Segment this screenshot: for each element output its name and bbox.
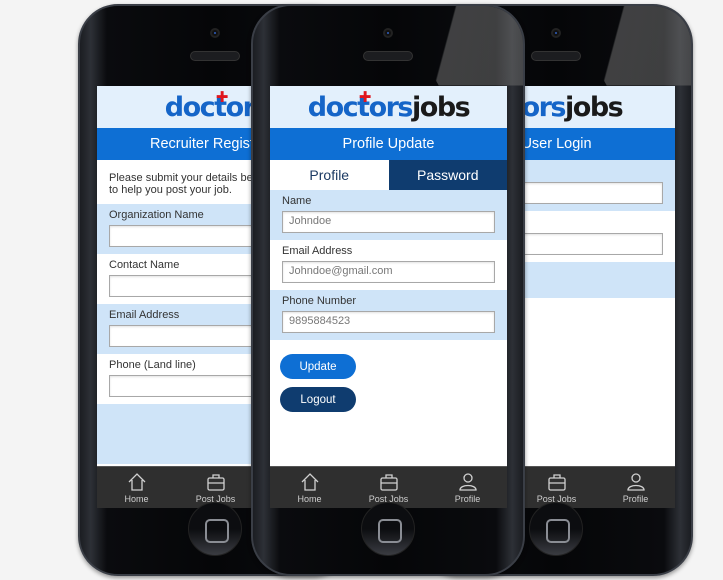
briefcase-icon <box>379 473 398 491</box>
phone-profile-update: doctorsjobs ✚ Profile Update Profile Pas… <box>251 4 525 576</box>
tab-password[interactable]: Password <box>388 160 507 190</box>
speaker-grille <box>363 51 413 61</box>
tabbar-profile[interactable]: Profile <box>596 467 675 508</box>
logout-button[interactable]: Logout <box>280 387 356 412</box>
speaker-grille <box>190 51 240 61</box>
form-group-name: Name Johndoe <box>270 190 507 240</box>
user-icon <box>626 472 645 491</box>
name-input[interactable]: Johndoe <box>282 211 495 233</box>
field-label: Email Address <box>282 245 353 257</box>
mockup-stage: doctorsjobs ✚ Recruiter Regist Please su… <box>0 0 723 580</box>
profile-tabs: Profile Password <box>270 160 507 190</box>
home-button[interactable] <box>361 502 415 556</box>
red-cross-icon: ✚ <box>358 87 372 106</box>
email-input[interactable]: Johndoe@gmail.com <box>282 261 495 283</box>
red-cross-icon: ✚ <box>215 87 229 106</box>
form-group-email: Email Address Johndoe@gmail.com <box>270 240 507 290</box>
update-button[interactable]: Update <box>280 354 356 379</box>
tabbar-home[interactable]: Home <box>270 467 349 508</box>
home-button[interactable] <box>188 502 242 556</box>
phone-number-input[interactable]: 9895884523 <box>282 311 495 333</box>
briefcase-icon <box>206 473 225 491</box>
speaker-grille <box>531 51 581 61</box>
home-icon <box>128 472 145 491</box>
field-label: Name <box>282 195 312 207</box>
tabbar-profile[interactable]: Profile <box>428 467 507 508</box>
field-label: Phone Number <box>282 295 356 307</box>
home-icon <box>301 472 318 491</box>
user-icon <box>458 472 477 491</box>
doctorsjobs-logo: doctorsjobs ✚ <box>307 87 471 123</box>
home-button[interactable] <box>529 502 583 556</box>
form-group-phone: Phone Number 9895884523 <box>270 290 507 340</box>
page-title: Profile Update <box>270 128 507 160</box>
tabbar-home[interactable]: Home <box>97 467 176 508</box>
logo-bar: doctorsjobs ✚ <box>270 86 507 128</box>
tab-profile[interactable]: Profile <box>270 160 389 190</box>
camera-icon <box>551 28 561 38</box>
screen: doctorsjobs ✚ Profile Update Profile Pas… <box>270 86 507 508</box>
briefcase-icon <box>547 473 566 491</box>
camera-icon <box>210 28 220 38</box>
camera-icon <box>383 28 393 38</box>
